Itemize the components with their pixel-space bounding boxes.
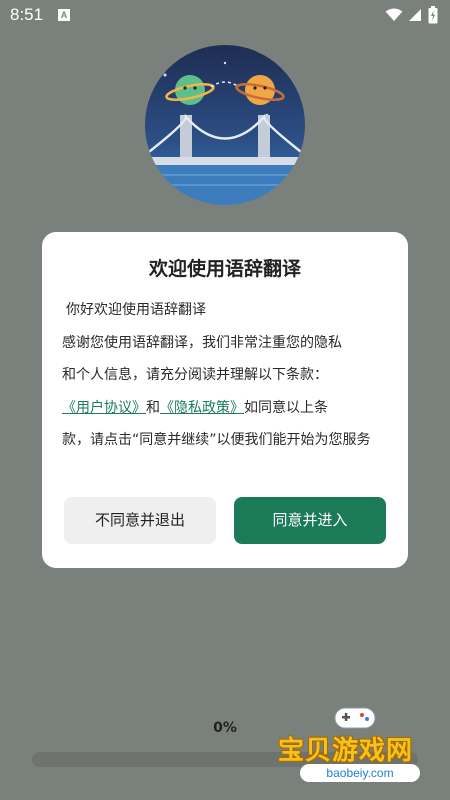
dialog-and-text: 和 [146, 399, 160, 416]
user-agreement-link[interactable]: 《用户协议》 [62, 400, 146, 416]
dialog-title: 欢迎使用语辞翻译 [148, 258, 301, 280]
bridge-planets-logo-icon [145, 45, 305, 205]
dialog-line-4: 款，请点击“同意并继续”以便我们能开始为您服务 [62, 432, 371, 448]
dialog-line-3: 《用户协议》和《隐私政策》如同意以上条 [62, 392, 392, 425]
watermark-url: baobeiy.com [300, 764, 420, 782]
gamepad-icon [334, 707, 376, 729]
privacy-policy-link[interactable]: 《隐私政策》 [160, 400, 244, 416]
notification-badge-icon: A [58, 9, 70, 21]
dialog-greeting: 你好欢迎使用语辞翻译 [66, 302, 206, 318]
watermark: 宝贝游戏网 baobeiy.com [270, 700, 450, 800]
wifi-icon [385, 8, 403, 21]
dialog-line-1: 感谢您使用语辞翻译，我们非常注重您的隐私 [62, 334, 342, 351]
dialog-body: 你好欢迎使用语辞翻译 感谢您使用语辞翻译，我们非常注重您的隐私 和个人信息，请充… [62, 294, 392, 457]
watermark-text: 宝贝游戏网 [278, 736, 414, 766]
dialog-line-3-tail: 如同意以上条 [244, 399, 328, 416]
app-logo [145, 45, 305, 205]
signal-icon [409, 9, 421, 21]
agree-enter-button[interactable]: 同意并进入 [234, 497, 386, 544]
battery-icon [428, 6, 438, 24]
privacy-dialog: 欢迎使用语辞翻译 你好欢迎使用语辞翻译 感谢您使用语辞翻译，我们非常注重您的隐私… [42, 232, 408, 568]
dialog-line-2: 和个人信息，请充分阅读并理解以下条款： [62, 367, 328, 383]
status-time: 8:51 [10, 5, 44, 24]
status-bar: 8:51 A [0, 0, 450, 32]
disagree-exit-button[interactable]: 不同意并退出 [64, 497, 216, 544]
